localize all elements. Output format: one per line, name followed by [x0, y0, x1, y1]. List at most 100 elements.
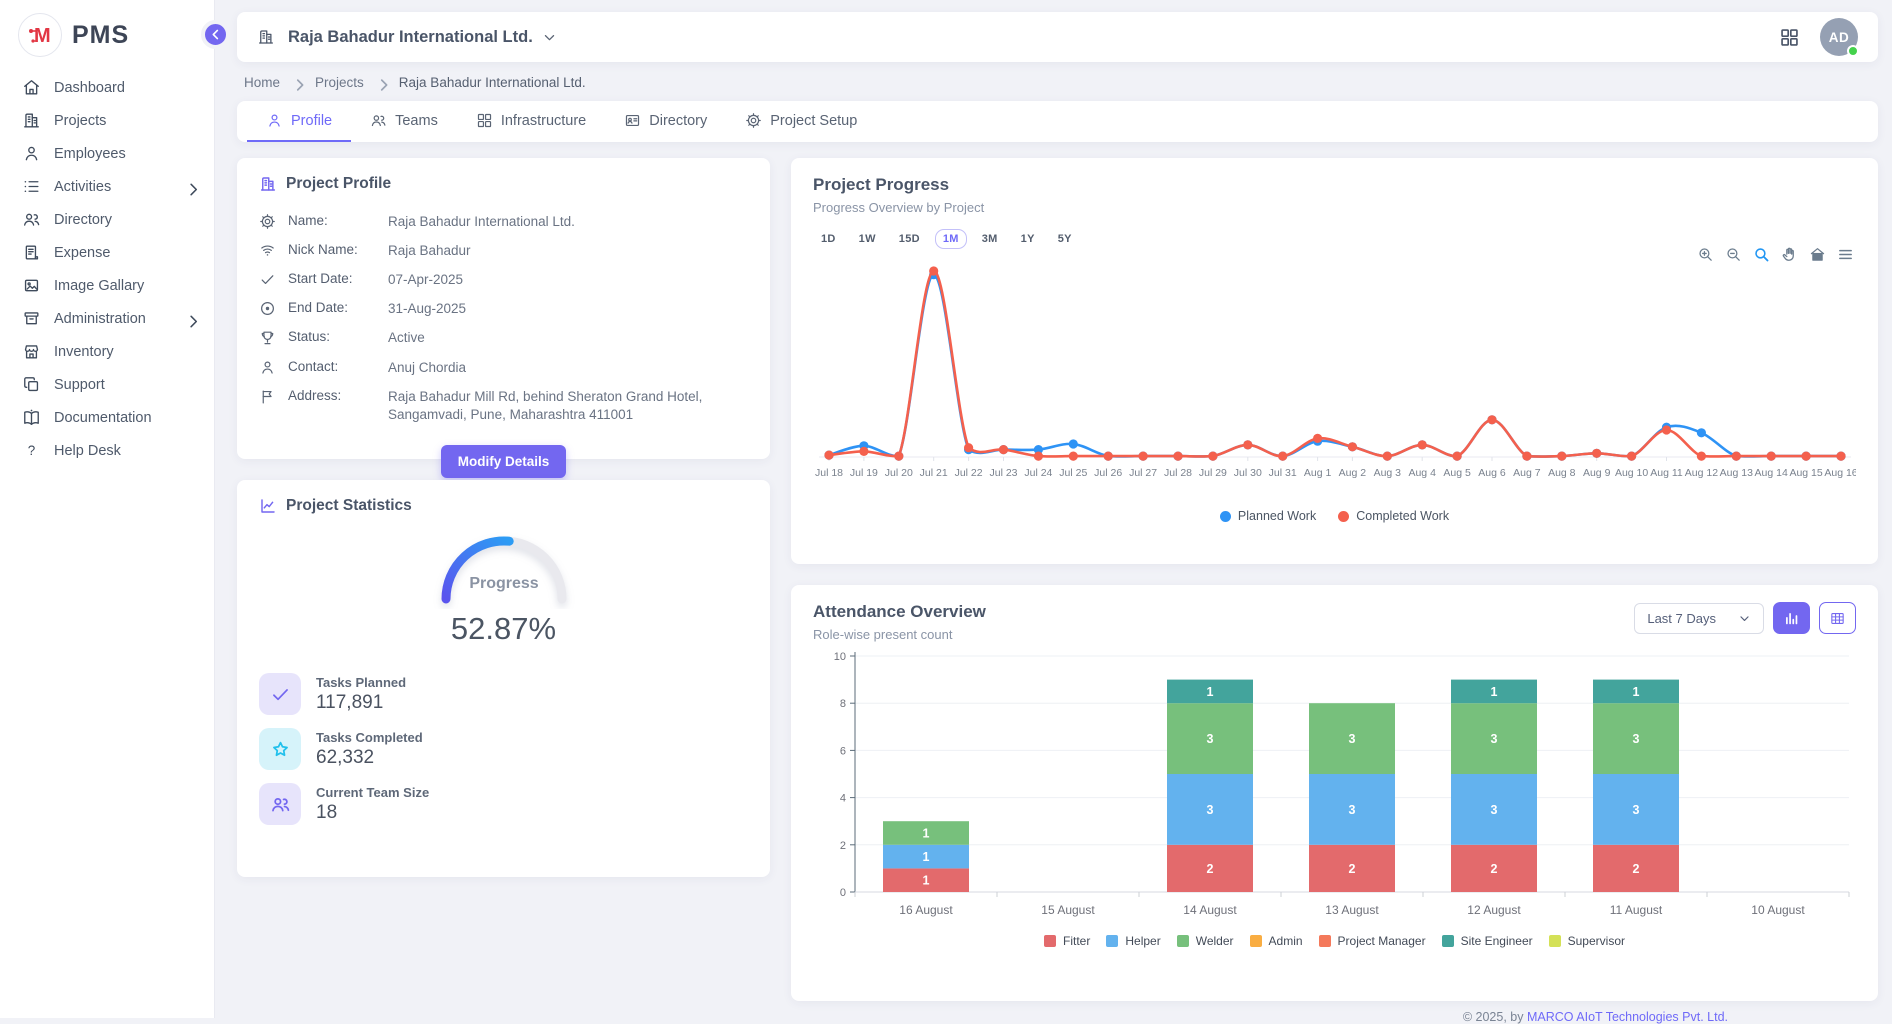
range-button-1y[interactable]: 1Y — [1013, 229, 1043, 249]
svg-text:14 August: 14 August — [1183, 903, 1237, 917]
svg-text:Jul 28: Jul 28 — [1164, 467, 1192, 479]
zoom-out-button[interactable] — [1725, 246, 1742, 263]
sidebar-item-support[interactable]: Support — [0, 368, 214, 401]
tab-project-setup[interactable]: Project Setup — [726, 101, 876, 142]
tab-directory[interactable]: Directory — [605, 101, 726, 142]
sidebar-collapse-button[interactable] — [201, 20, 230, 49]
range-button-3m[interactable]: 3M — [974, 229, 1006, 249]
legend-supervisor[interactable]: Supervisor — [1549, 934, 1625, 948]
sidebar-item-activities[interactable]: Activities — [0, 170, 214, 203]
chevron-right-icon — [291, 76, 309, 94]
chart-toolbar — [1697, 246, 1854, 263]
reset-home-button[interactable] — [1809, 246, 1826, 263]
profile-field-status: Status:Active — [259, 324, 748, 353]
sidebar-item-employees[interactable]: Employees — [0, 137, 214, 170]
reset-home-icon — [1809, 246, 1826, 263]
sidebar-item-help-desk[interactable]: ?Help Desk — [0, 434, 214, 467]
profile-field-end-date: End Date:31-Aug-2025 — [259, 295, 748, 324]
legend-project-manager[interactable]: Project Manager — [1319, 934, 1426, 948]
table-view-button[interactable] — [1819, 602, 1856, 634]
legend-completed-work[interactable]: Completed Work — [1338, 509, 1449, 523]
sidebar-item-dashboard[interactable]: Dashboard — [0, 71, 214, 104]
bar-chart-icon — [1783, 610, 1800, 627]
attendance-chart[interactable]: 024681011116 August15 August233114 Augus… — [813, 646, 1856, 930]
svg-text:15 August: 15 August — [1041, 903, 1095, 917]
svg-text:Aug 4: Aug 4 — [1408, 467, 1436, 479]
pan-icon — [1781, 246, 1798, 263]
breadcrumb-item[interactable]: Raja Bahadur International Ltd. — [399, 75, 586, 90]
tab-profile[interactable]: Profile — [247, 101, 351, 142]
svg-text:Jul 30: Jul 30 — [1234, 467, 1262, 479]
menu-button[interactable] — [1837, 246, 1854, 263]
stat-chip — [259, 673, 301, 715]
zoom-in-button[interactable] — [1697, 246, 1714, 263]
legend-planned-work[interactable]: Planned Work — [1220, 509, 1316, 523]
avatar[interactable]: AD — [1820, 18, 1858, 56]
app-logo[interactable]: M PMS — [0, 0, 214, 67]
svg-text:Jul 29: Jul 29 — [1199, 467, 1227, 479]
chevron-down-icon — [1738, 612, 1751, 625]
person-icon — [22, 144, 41, 163]
date-range-value: Last 7 Days — [1647, 611, 1716, 626]
legend-admin[interactable]: Admin — [1250, 934, 1303, 948]
profile-field-nick-name: Nick Name:Raja Bahadur — [259, 236, 748, 265]
legend-site-engineer[interactable]: Site Engineer — [1442, 934, 1533, 948]
sidebar-item-expense[interactable]: Expense — [0, 236, 214, 269]
sidebar-item-documentation[interactable]: Documentation — [0, 401, 214, 434]
chevron-down-icon — [1738, 612, 1751, 625]
project-selector-label[interactable]: Raja Bahadur International Ltd. — [288, 28, 533, 47]
store-icon — [22, 342, 41, 361]
svg-text:Aug 11: Aug 11 — [1650, 467, 1683, 479]
project-progress-chart[interactable]: Jul 18Jul 19Jul 20Jul 21Jul 22Jul 23Jul … — [813, 255, 1856, 507]
tab-teams[interactable]: Teams — [351, 101, 457, 142]
stat-chip — [259, 728, 301, 770]
selection-zoom-button[interactable] — [1753, 246, 1770, 263]
modify-details-button[interactable]: Modify Details — [441, 445, 567, 478]
chevron-down-icon[interactable] — [542, 30, 557, 45]
logo-m-icon: M — [24, 19, 56, 51]
project-profile-card: Project Profile Name:Raja Bahadur Intern… — [237, 158, 770, 459]
range-button-5y[interactable]: 5Y — [1050, 229, 1080, 249]
sidebar-item-inventory[interactable]: Inventory — [0, 335, 214, 368]
list-icon — [22, 177, 41, 196]
svg-text:Jul 19: Jul 19 — [850, 467, 878, 479]
svg-text:3: 3 — [1633, 732, 1640, 746]
legend-swatch — [1177, 935, 1189, 947]
svg-text:Aug 12: Aug 12 — [1685, 467, 1718, 479]
legend-fitter[interactable]: Fitter — [1044, 934, 1090, 948]
range-button-1m[interactable]: 1M — [935, 229, 967, 249]
trophy-icon — [259, 329, 276, 346]
legend-dot — [1338, 511, 1349, 522]
sidebar-item-directory[interactable]: Directory — [0, 203, 214, 236]
breadcrumb-item[interactable]: Home — [244, 75, 280, 90]
profile-field-address: Address:Raja Bahadur Mill Rd, behind She… — [259, 382, 748, 429]
apps-grid-button[interactable] — [1775, 23, 1804, 52]
svg-text:Jul 24: Jul 24 — [1024, 467, 1052, 479]
gauge-value: 52.87% — [451, 611, 556, 647]
legend-helper[interactable]: Helper — [1106, 934, 1160, 948]
sidebar-item-administration[interactable]: Administration — [0, 302, 214, 335]
svg-text:8: 8 — [840, 698, 846, 710]
legend-welder[interactable]: Welder — [1177, 934, 1234, 948]
range-button-15d[interactable]: 15D — [891, 229, 928, 249]
legend-swatch — [1442, 935, 1454, 947]
progress-card-title: Project Progress — [813, 175, 1856, 195]
range-button-1d[interactable]: 1D — [813, 229, 844, 249]
avatar-initials: AD — [1829, 30, 1850, 45]
breadcrumb-item[interactable]: Projects — [315, 75, 364, 90]
svg-text:Aug 1: Aug 1 — [1304, 467, 1332, 479]
svg-text:Aug 15: Aug 15 — [1789, 467, 1822, 479]
date-range-select[interactable]: Last 7 Days — [1634, 603, 1764, 634]
bar-chart-view-button[interactable] — [1773, 602, 1810, 634]
progress-card-subtitle: Progress Overview by Project — [813, 200, 1856, 215]
range-button-1w[interactable]: 1W — [851, 229, 884, 249]
tab-infrastructure[interactable]: Infrastructure — [457, 101, 605, 142]
svg-text:Aug 13: Aug 13 — [1720, 467, 1753, 479]
footer-company-link[interactable]: MARCO AIoT Technologies Pvt. Ltd. — [1527, 1010, 1728, 1024]
svg-text:Aug 14: Aug 14 — [1755, 467, 1788, 479]
pan-button[interactable] — [1781, 246, 1798, 263]
signal-icon — [259, 242, 276, 259]
people-icon — [370, 112, 387, 129]
sidebar-item-projects[interactable]: Projects — [0, 104, 214, 137]
sidebar-item-image-gallary[interactable]: Image Gallary — [0, 269, 214, 302]
